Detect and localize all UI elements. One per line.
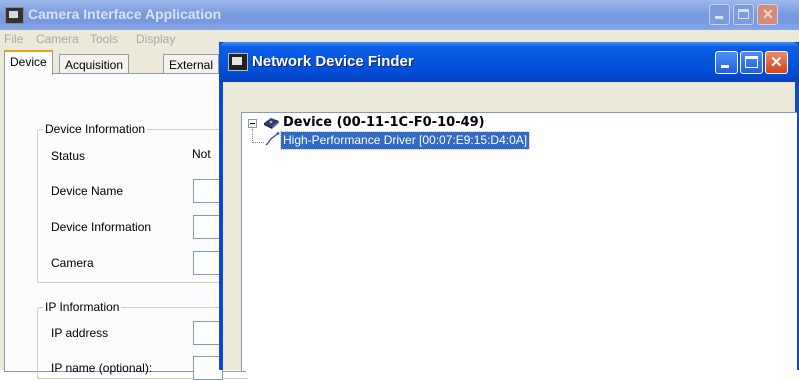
ip-address-label: IP address bbox=[51, 326, 109, 340]
network-device-finder-dialog: Network Device Finder Device (00-11-1C-F… bbox=[219, 42, 799, 371]
menu-camera[interactable]: Camera bbox=[36, 32, 79, 46]
tab-device[interactable]: Device bbox=[4, 50, 53, 75]
dialog-body: Device (00-11-1C-F0-10-49) High-Performa… bbox=[223, 82, 797, 371]
menu-file[interactable]: File bbox=[4, 32, 23, 46]
tab-external[interactable]: External bbox=[163, 54, 220, 74]
device-name-label: Device Name bbox=[51, 184, 124, 198]
ip-information-group-title: IP Information bbox=[43, 300, 122, 314]
dialog-title: Network Device Finder bbox=[252, 53, 414, 70]
tree-connector-branch bbox=[252, 142, 264, 143]
menu-display[interactable]: Display bbox=[136, 32, 175, 46]
tab-strip: Device Acquisition External bbox=[0, 50, 240, 75]
device-tree[interactable]: Device (00-11-1C-F0-10-49) High-Performa… bbox=[241, 112, 797, 371]
main-window-controls bbox=[709, 4, 799, 26]
dialog-title-bar[interactable]: Network Device Finder bbox=[219, 42, 799, 82]
maximize-button[interactable] bbox=[733, 4, 754, 25]
collapse-toggle-icon[interactable] bbox=[248, 119, 257, 128]
tree-connector bbox=[252, 129, 253, 143]
ip-name-label: IP name (optional): bbox=[51, 361, 153, 375]
close-button[interactable] bbox=[757, 4, 778, 25]
driver-icon bbox=[265, 132, 280, 146]
menu-tools[interactable]: Tools bbox=[90, 32, 118, 46]
dialog-app-icon bbox=[228, 53, 248, 71]
status-value: Not bbox=[192, 147, 211, 161]
tab-acquisition[interactable]: Acquisition bbox=[59, 54, 130, 74]
minimize-button[interactable] bbox=[709, 4, 730, 25]
status-label: Status bbox=[51, 149, 86, 163]
dialog-close-button[interactable] bbox=[765, 51, 788, 74]
main-title-bar[interactable]: Camera Interface Application bbox=[0, 0, 799, 30]
device-information-label: Device Information bbox=[51, 220, 152, 234]
device-tree-node[interactable]: Device (00-11-1C-F0-10-49) bbox=[283, 115, 485, 130]
driver-tree-node-selected[interactable]: High-Performance Driver [00:07:E9:15:D4:… bbox=[279, 131, 531, 150]
camera-label: Camera bbox=[51, 256, 94, 270]
app-icon bbox=[5, 7, 24, 24]
device-information-group-title: Device Information bbox=[43, 122, 148, 136]
dialog-maximize-button[interactable] bbox=[740, 51, 763, 74]
dialog-minimize-button[interactable] bbox=[715, 51, 738, 74]
main-window-title: Camera Interface Application bbox=[28, 6, 222, 22]
network-device-icon bbox=[264, 118, 279, 129]
